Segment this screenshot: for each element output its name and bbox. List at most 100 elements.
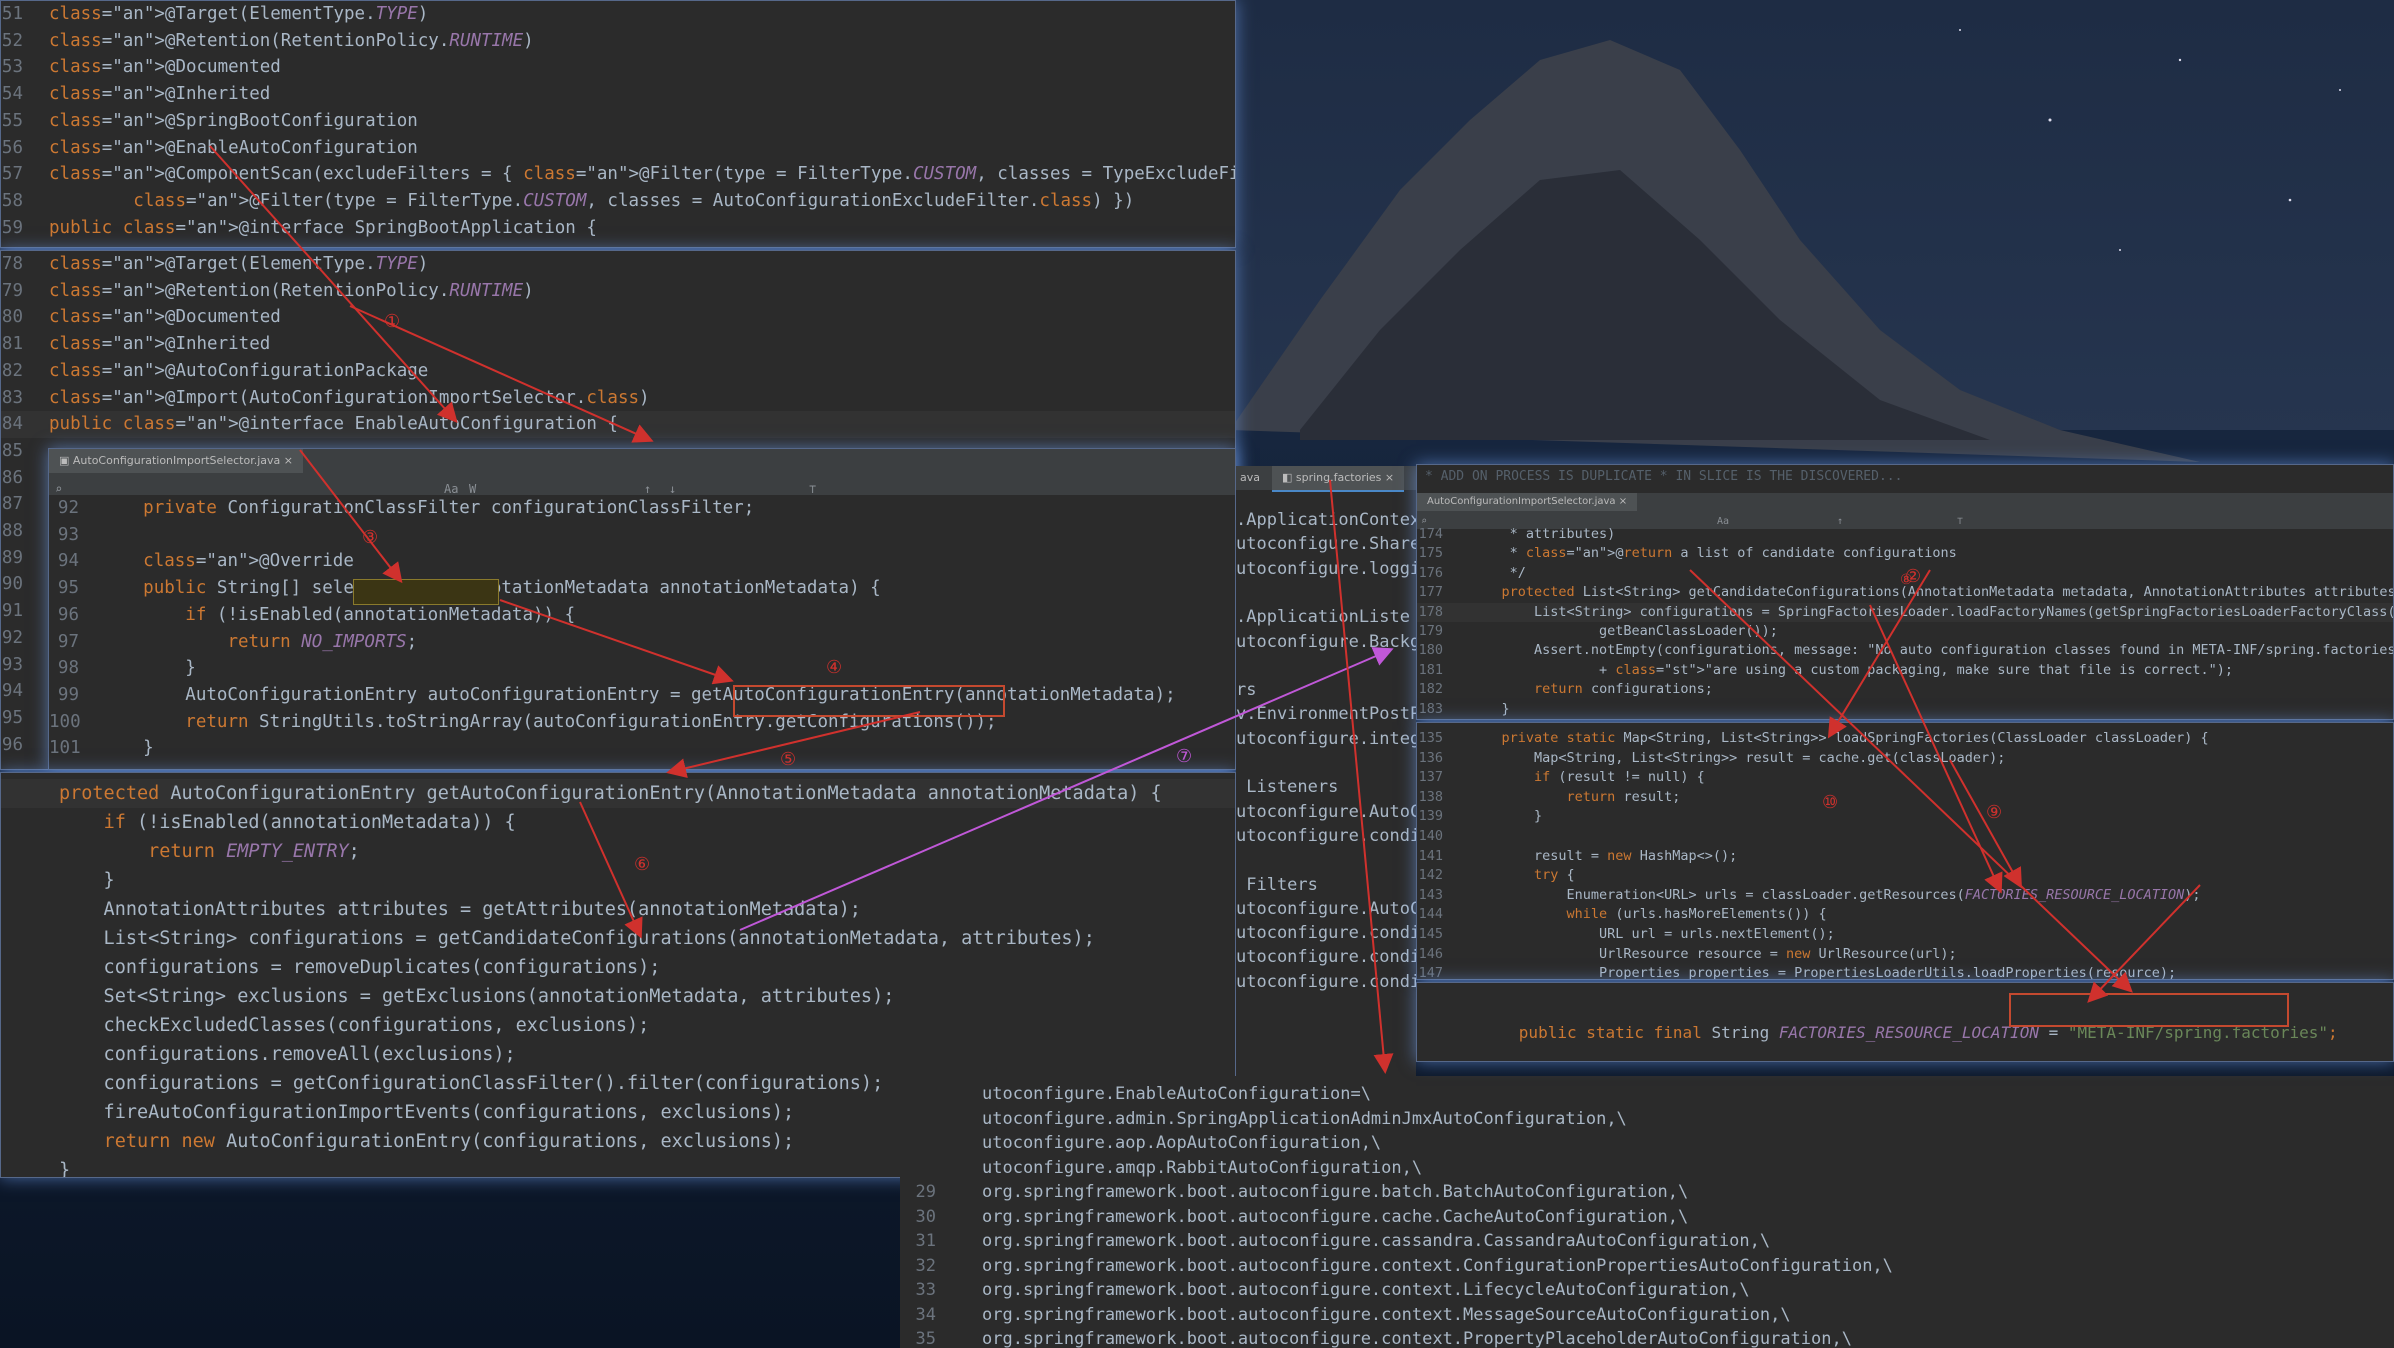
line-number: 51 xyxy=(1,4,23,24)
code-text: if (result != null) { xyxy=(1534,769,1705,786)
line-number: 142 xyxy=(1418,867,1443,884)
code-line: 178 List<String> configurations = Spring… xyxy=(1417,602,2393,622)
line-number: 56 xyxy=(1,137,23,158)
code-line: utoconfigure.condit xyxy=(1236,921,1416,945)
editor-tab-spring-factories[interactable]: ◧ spring.factories × xyxy=(1272,466,1405,492)
close-icon[interactable]: × xyxy=(1616,496,1627,507)
code-line: utoconfigure.integr xyxy=(1236,727,1416,751)
close-icon[interactable]: × xyxy=(284,454,293,467)
code-text: class="an">@Retention(RetentionPolicy.RU… xyxy=(49,280,534,301)
code-line: utoconfigure.AutoCo xyxy=(1236,800,1416,824)
code-text: org.springframework.boot.autoconfigure.c… xyxy=(982,1329,1852,1348)
code-text: class="an">@Retention(RetentionPolicy.RU… xyxy=(49,30,534,51)
code-line: Filters xyxy=(1236,873,1416,897)
code-text: result = new HashMap<>(); xyxy=(1469,847,1738,864)
code-text: try { xyxy=(1534,867,1575,884)
code-text: utoconfigure.Backgr xyxy=(1236,631,1416,652)
code-text: class="an">@EnableAutoConfiguration xyxy=(49,137,418,158)
code-line: 97 return NO_IMPORTS; xyxy=(49,629,1235,656)
line-number: 138 xyxy=(1418,788,1443,805)
code-line: .ApplicationListe xyxy=(1236,605,1416,629)
line-number: 78 xyxy=(1,254,23,274)
code-line: 93 xyxy=(49,522,1235,549)
code-line: utoconfigure.condit xyxy=(1236,824,1416,848)
code-line: 183 } xyxy=(1417,700,2393,719)
code-line: 31 org.springframework.boot.autoconfigure… xyxy=(900,1229,2394,1254)
code-line: 182 return configurations; xyxy=(1417,680,2393,699)
code-line: utoconfigure.EnableAutoConfiguration=\ xyxy=(900,1082,2394,1107)
code-text: Properties properties = PropertiesLoader… xyxy=(1469,965,2177,980)
code-line: 135 private static Map<String, List<Stri… xyxy=(1417,729,2393,749)
code-line: 29 org.springframework.boot.autoconfigure… xyxy=(900,1180,2394,1205)
code-text: org.springframework.boot.autoconfigure.c… xyxy=(982,1231,1771,1251)
code-line: protected AutoConfigurationEntry getAuto… xyxy=(1,779,1235,808)
line-number: 88 xyxy=(1,521,23,541)
code-line: 80 class="an">@Documented xyxy=(1,304,1235,331)
code-line: 79 class="an">@Retention(RetentionPolicy.… xyxy=(1,278,1235,305)
line-number: 181 xyxy=(1418,661,1443,678)
editor-tab-import-selector[interactable]: AutoConfigurationImportSelector.java × xyxy=(1417,493,1638,513)
code-line: 145 URL url = urls.nextElement(); xyxy=(1417,925,2393,945)
code-text: while (urls.hasMoreElements()) { xyxy=(1566,906,1827,923)
code-text: v.EnvironmentPostP xyxy=(1236,704,1416,725)
code-line: 138 return result; xyxy=(1417,788,2393,808)
code-line: 33 org.springframework.boot.autoconfigure… xyxy=(900,1278,2394,1303)
code-line: 30 org.springframework.boot.autoconfigure… xyxy=(900,1205,2394,1230)
code-line: 83 class="an">@Import(AutoConfigurationIm… xyxy=(1,385,1235,412)
highlight-box-get-auto-configuration-entry xyxy=(733,685,1005,717)
code-text: utoconfigure.AutoCo xyxy=(1236,801,1416,822)
code-text: org.springframework.boot.autoconfigure.c… xyxy=(982,1304,1791,1325)
code-line: Listeners xyxy=(1236,775,1416,799)
line-number: 32 xyxy=(915,1255,936,1276)
code-text: UrlResource resource = new UrlResource(u… xyxy=(1469,945,1957,962)
editor-tab-import-selector[interactable]: ▣ AutoConfigurationImportSelector.java × xyxy=(49,449,303,475)
code-text: protected AutoConfigurationEntry getAuto… xyxy=(59,783,1162,804)
line-number: 30 xyxy=(915,1206,936,1227)
code-line: 52 class="an">@Retention(RetentionPolicy.… xyxy=(1,28,1235,55)
code-line: 141 result = new HashMap<>(); xyxy=(1417,847,2393,867)
code-line: 100 return StringUtils.toStringArray(aut… xyxy=(49,709,1235,736)
code-text: * attributes) xyxy=(1469,526,1616,542)
code-line: utoconfigure.condit xyxy=(1236,945,1416,969)
line-number: 54 xyxy=(1,84,23,105)
close-icon[interactable]: × xyxy=(1385,471,1394,484)
code-text: Enumeration<URL> urls = classLoader.getR… xyxy=(1469,886,2201,903)
line-number: 80 xyxy=(1,307,23,328)
code-text: } xyxy=(101,658,196,679)
code-text: utoconfigure.admin.SpringApplicationAdmi… xyxy=(982,1108,1627,1129)
highlight-box-select-imports xyxy=(353,579,499,605)
line-number: 176 xyxy=(1418,564,1443,581)
editor-tab-java[interactable]: ava xyxy=(1236,466,1264,490)
code-text: class="an">@Inherited xyxy=(49,334,271,355)
code-text: } xyxy=(101,738,154,759)
line-number: 177 xyxy=(1418,584,1443,601)
line-number: 91 xyxy=(1,601,23,622)
line-number: 95 xyxy=(57,578,79,599)
code-text: } xyxy=(59,870,115,891)
code-line: 59 public class="an">@interface SpringBoo… xyxy=(1,215,1235,242)
editor-panel-spring-factories: ava ◧ spring.factories × .ApplicationCon… xyxy=(1236,466,1416,1078)
line-number: 174 xyxy=(1418,526,1443,542)
code-line: .ApplicationContex xyxy=(1236,508,1416,532)
code-line: 84 public class="an">@interface EnableAut… xyxy=(1,411,1235,438)
editor-panel-auto-configuration-list: utoconfigure.EnableAutoConfiguration=\ ut… xyxy=(900,1076,2394,1348)
code-line: 137 if (result != null) { xyxy=(1417,768,2393,788)
code-text: utoconfigure.condit xyxy=(1236,923,1416,944)
line-number: 179 xyxy=(1418,623,1443,639)
code-text: configurations.removeAll(exclusions); xyxy=(59,1044,516,1065)
code-text: org.springframework.boot.autoconfigure.c… xyxy=(982,1206,1689,1227)
line-number: 93 xyxy=(1,654,23,675)
line-number: 82 xyxy=(1,360,23,381)
code-text: Filters xyxy=(1236,874,1318,895)
code-text: class="an">@ComponentScan(excludeFilters… xyxy=(49,164,1236,185)
line-number: 94 xyxy=(57,551,79,572)
code-text: AnnotationAttributes attributes = getAtt… xyxy=(59,899,861,920)
editor-panel-select-imports: ▣ AutoConfigurationImportSelector.java ×… xyxy=(48,448,1236,770)
code-line: 96 if (!isEnabled(annotationMetadata)) { xyxy=(49,602,1235,629)
code-line: 56 class="an">@EnableAutoConfiguration xyxy=(1,135,1235,162)
line-number: 86 xyxy=(1,467,23,488)
code-line: List<String> configurations = getCandida… xyxy=(1,924,1235,953)
code-line: 139 } xyxy=(1417,807,2393,827)
